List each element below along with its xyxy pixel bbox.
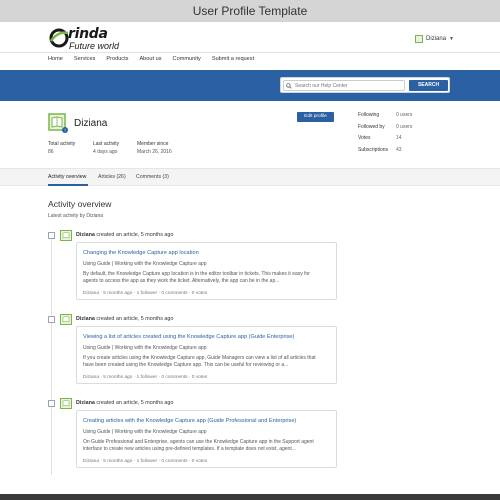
stat-value: 86	[48, 149, 54, 155]
window-title: User Profile Template	[0, 0, 500, 22]
activity-line: Diziana created an article, 5 months ago	[76, 232, 173, 238]
activity-card: Viewing a list of articles created using…	[76, 326, 337, 384]
stat-label: Total activity	[48, 141, 76, 147]
activity-avatar	[60, 230, 72, 241]
tab-activity-overview[interactable]: Activity overview	[48, 174, 86, 180]
stat-member-since: Member since March 26, 2016	[137, 141, 172, 155]
side-stat-subscriptions[interactable]: Subscriptions 43	[358, 147, 458, 159]
brand-logo-icon	[49, 28, 69, 48]
article-excerpt: If you create articles using the Knowled…	[83, 355, 316, 368]
stat-total-activity: Total activity 86	[48, 141, 75, 155]
stat-label: Last activity	[93, 141, 120, 147]
brand-name: rinda	[68, 26, 108, 42]
avatar	[415, 35, 424, 43]
activity-action: created an article, 5 months ago	[96, 316, 174, 322]
nav-community[interactable]: Community	[173, 56, 201, 62]
section-title: Activity overview	[48, 199, 112, 209]
article-icon	[48, 232, 55, 239]
profile-avatar: i	[48, 113, 68, 133]
nav-products[interactable]: Products	[106, 56, 128, 62]
activity-line: Diziana created an article, 5 months ago	[76, 316, 173, 322]
user-menu[interactable]: Diziana ▼	[415, 33, 454, 45]
active-tab-indicator	[48, 184, 88, 186]
tab-articles[interactable]: Articles (26)	[98, 174, 126, 180]
article-icon	[48, 400, 55, 407]
activity-line: Diziana created an article, 5 months ago	[76, 400, 173, 406]
stat-label: Member since	[137, 141, 169, 147]
nav-home[interactable]: Home	[48, 56, 63, 62]
activity-user[interactable]: Diziana	[76, 316, 95, 322]
activity-action: created an article, 5 months ago	[96, 232, 174, 238]
activity-avatar	[60, 314, 72, 325]
nav-services[interactable]: Services	[74, 56, 95, 62]
header-divider	[0, 52, 500, 53]
side-stat-followed-by[interactable]: Followed by 0 users	[358, 124, 458, 136]
search-icon	[286, 83, 292, 89]
side-stat-votes: Votes 14	[358, 135, 402, 141]
article-excerpt: On Guide Professional and Enterprise, ag…	[83, 439, 314, 452]
article-title-link[interactable]: Creating articles with the Knowledge Cap…	[83, 418, 333, 424]
article-meta: Diziana · 5 months ago · 1 follower · 0 …	[83, 459, 208, 464]
activity-action: created an article, 5 months ago	[96, 400, 174, 406]
edit-profile-button[interactable]: Edit profile	[297, 112, 334, 122]
stat-value: 4 days ago	[93, 149, 118, 155]
stat-last-activity: Last activity 4 days ago	[93, 141, 119, 155]
article-title-link[interactable]: Changing the Knowledge Capture app locat…	[83, 250, 333, 256]
article-title-link[interactable]: Viewing a list of articles created using…	[83, 334, 333, 340]
hero-banner: SEARCH	[0, 70, 500, 101]
brand-tagline: Future world	[69, 41, 120, 51]
profile-tabs: Activity overview Articles (26) Comments…	[0, 168, 500, 186]
activity-user[interactable]: Diziana	[76, 400, 95, 406]
timeline-line	[51, 235, 52, 475]
svg-text:i: i	[64, 128, 65, 133]
main-nav: Home Services Products About us Communit…	[48, 56, 265, 62]
search-input[interactable]	[283, 80, 405, 91]
article-meta: Diziana · 5 months ago · 1 follower · 0 …	[83, 291, 208, 296]
article-icon	[48, 316, 55, 323]
chevron-down-icon: ▼	[449, 36, 454, 42]
article-meta: Diziana · 5 months ago · 1 follower · 0 …	[83, 375, 208, 380]
site-footer	[0, 494, 500, 500]
user-menu-name: Diziana	[426, 36, 447, 42]
stat-value: March 26, 2016	[137, 149, 172, 155]
article-excerpt: By default, the Knowledge Capture app lo…	[83, 271, 310, 284]
tab-comments[interactable]: Comments (3)	[136, 174, 169, 180]
article-breadcrumb[interactable]: Using Guide | Working with the Knowledge…	[83, 345, 207, 351]
section-subtitle: Latest activity by Diziana	[48, 213, 104, 219]
activity-user[interactable]: Diziana	[76, 232, 95, 238]
nav-about-us[interactable]: About us	[139, 56, 161, 62]
activity-card: Creating articles with the Knowledge Cap…	[76, 410, 337, 468]
profile-name: Diziana	[74, 118, 108, 129]
brand-logo[interactable]: rinda Future world	[48, 25, 148, 51]
article-breadcrumb[interactable]: Using Guide | Working with the Knowledge…	[83, 429, 207, 435]
site-header: rinda Future world Diziana ▼	[0, 22, 500, 52]
search-button[interactable]: SEARCH	[409, 80, 448, 91]
nav-submit-request[interactable]: Submit a request	[212, 56, 254, 62]
activity-card: Changing the Knowledge Capture app locat…	[76, 242, 337, 300]
activity-avatar	[60, 398, 72, 409]
article-breadcrumb[interactable]: Using Guide | Working with the Knowledge…	[83, 261, 207, 267]
profile-side-stats: Following 0 users Followed by 0 users Vo…	[358, 112, 458, 158]
side-stat-following[interactable]: Following 0 users	[358, 112, 458, 124]
search-bar: SEARCH	[280, 77, 450, 93]
